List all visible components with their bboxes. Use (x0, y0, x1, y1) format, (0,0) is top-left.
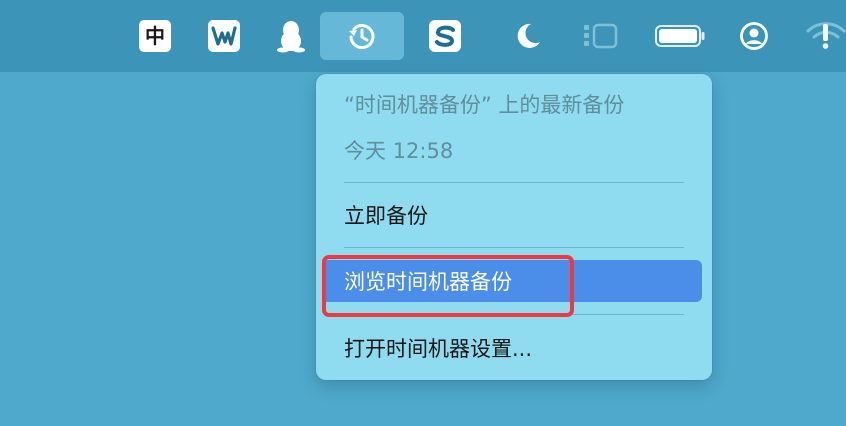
input-method-menu[interactable]: 中 (134, 12, 176, 60)
battery-menu[interactable] (652, 12, 708, 60)
backup-now-menu-item[interactable]: 立即备份 (344, 206, 428, 227)
sogou-input-icon (429, 20, 461, 52)
menu-separator (344, 247, 684, 248)
wifi-alert-icon (806, 22, 846, 49)
wifi-menu[interactable] (806, 12, 846, 60)
stage-manager-icon (584, 23, 618, 49)
wps-office-menu[interactable] (203, 12, 245, 60)
battery-icon (655, 25, 705, 47)
latest-backup-heading: “时间机器备份” 上的最新备份 (344, 93, 625, 117)
wps-office-icon (208, 20, 240, 52)
qq-menu[interactable] (270, 12, 312, 60)
stage-manager-menu[interactable] (578, 12, 622, 60)
moon-focus-icon (517, 23, 540, 48)
time-machine-menu-button[interactable] (320, 12, 404, 60)
user-account-menu[interactable] (734, 12, 774, 60)
focus-menu[interactable] (507, 12, 549, 60)
latest-backup-time: 今天 12:58 (344, 139, 454, 163)
open-settings-menu-item[interactable]: 打开时间机器设置... (344, 339, 532, 360)
time-machine-dropdown-menu: “时间机器备份” 上的最新备份 今天 12:58 立即备份 浏览时间机器备份 打… (316, 74, 712, 380)
time-machine-icon (349, 24, 375, 50)
sogou-input-menu[interactable] (424, 12, 466, 60)
annotation-highlight-box (322, 255, 574, 317)
menu-bar: 中 (0, 0, 846, 72)
menu-separator (344, 182, 684, 183)
user-account-icon (740, 22, 768, 50)
qq-penguin-icon (277, 21, 305, 53)
chinese-input-method-icon: 中 (139, 20, 171, 52)
